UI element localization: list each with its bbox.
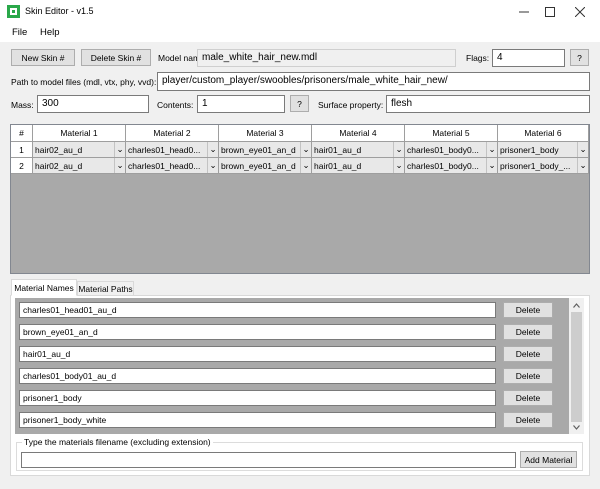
add-material-button[interactable]: Add Material [520,451,577,468]
combo-value: brown_eye01_an_d [221,160,296,171]
combo-value: hair01_au_d [314,160,362,171]
mass-field[interactable]: 300 [37,95,149,113]
chevron-down-icon[interactable]: ⌄ [393,142,404,157]
path-label: Path to model files (mdl, vtx, phy, vvd)… [11,77,157,87]
tab-material-names[interactable]: Material Names [11,279,77,296]
delete-material-button[interactable]: Delete [503,412,553,428]
grid-header-material-4[interactable]: Material 4 [312,125,405,142]
material-combo[interactable]: hair02_au_d ⌄ [33,142,126,158]
chevron-down-icon[interactable]: ⌄ [114,158,125,173]
close-button[interactable] [565,0,595,24]
add-material-group-label: Type the materials filename (excluding e… [22,437,213,447]
grid-row-index[interactable]: 2 [11,158,33,174]
menu-file[interactable]: File [12,27,27,38]
window-title: Skin Editor - v1.5 [25,6,94,16]
chevron-down-icon[interactable]: ⌄ [393,158,404,173]
surface-property-field[interactable]: flesh [386,95,590,113]
surface-property-label: Surface property: [318,100,384,110]
material-combo[interactable]: hair01_au_d ⌄ [312,142,405,158]
grid-header-material-6[interactable]: Material 6 [498,125,589,142]
material-combo[interactable]: prisoner1_body ⌄ [498,142,589,158]
delete-skin-button[interactable]: Delete Skin # [81,49,151,66]
flags-help-button[interactable]: ? [570,49,589,66]
combo-value: hair01_au_d [314,144,362,155]
new-skin-button[interactable]: New Skin # [11,49,75,66]
tab-material-paths[interactable]: Material Paths [77,281,134,296]
title-bar: Skin Editor - v1.5 [0,0,600,24]
app-icon [7,5,20,18]
chevron-down-icon[interactable]: ⌄ [300,142,311,157]
combo-value: charles01_head0... [128,144,201,155]
combo-value: charles01_head0... [128,160,201,171]
chevron-down-icon[interactable]: ⌄ [114,142,125,157]
material-combo[interactable]: hair01_au_d ⌄ [312,158,405,174]
delete-material-button[interactable]: Delete [503,346,553,362]
combo-value: prisoner1_body_... [500,160,571,171]
material-combo[interactable]: charles01_head0... ⌄ [126,158,219,174]
close-icon [575,7,585,17]
add-material-input[interactable] [21,452,516,468]
contents-label: Contents: [157,100,194,110]
grid-header-index: # [11,125,33,142]
material-name-field[interactable]: brown_eye01_an_d [19,324,496,340]
model-name-field[interactable]: male_white_hair_new.mdl [197,49,456,67]
combo-value: charles01_body0... [407,144,479,155]
grid-header-material-2[interactable]: Material 2 [126,125,219,142]
delete-material-button[interactable]: Delete [503,302,553,318]
chevron-down-icon[interactable]: ⌄ [577,142,588,157]
material-combo[interactable]: charles01_head0... ⌄ [126,142,219,158]
grid-header-material-3[interactable]: Material 3 [219,125,312,142]
path-field[interactable]: player/custom_player/swoobles/prisoners/… [157,72,590,91]
material-name-field[interactable]: charles01_body01_au_d [19,368,496,384]
material-combo[interactable]: hair02_au_d ⌄ [33,158,126,174]
maximize-icon [545,7,555,17]
minimize-icon [519,11,529,13]
material-combo[interactable]: charles01_body0... ⌄ [405,142,498,158]
material-combo[interactable]: brown_eye01_an_d ⌄ [219,142,312,158]
delete-material-button[interactable]: Delete [503,324,553,340]
material-name-field[interactable]: prisoner1_body [19,390,496,406]
skin-grid[interactable]: # Material 1 Material 2 Material 3 Mater… [10,124,590,274]
material-list: charles01_head01_au_d Delete brown_eye01… [15,298,569,434]
contents-field[interactable]: 1 [197,95,285,113]
delete-material-button[interactable]: Delete [503,390,553,406]
combo-value: charles01_body0... [407,160,479,171]
flags-label: Flags: [466,53,490,63]
mass-label: Mass: [11,100,34,110]
flags-field[interactable]: 4 [492,49,565,67]
scrollbar-thumb[interactable] [571,312,582,422]
material-name-field[interactable]: prisoner1_body_white [19,412,496,428]
combo-value: prisoner1_body [500,144,559,155]
maximize-button[interactable] [535,0,565,24]
material-name-field[interactable]: hair01_au_d [19,346,496,362]
chevron-down-icon[interactable]: ⌄ [300,158,311,173]
combo-value: hair02_au_d [35,160,83,171]
chevron-down-icon[interactable]: ⌄ [486,158,497,173]
contents-help-button[interactable]: ? [290,95,309,112]
scroll-down-icon[interactable] [571,423,582,432]
chevron-down-icon[interactable]: ⌄ [486,142,497,157]
grid-header-material-1[interactable]: Material 1 [33,125,126,142]
material-combo[interactable]: charles01_body0... ⌄ [405,158,498,174]
scroll-up-icon[interactable] [571,301,582,310]
grid-header-material-5[interactable]: Material 5 [405,125,498,142]
chevron-down-icon[interactable]: ⌄ [577,158,588,173]
material-name-field[interactable]: charles01_head01_au_d [19,302,496,318]
chevron-down-icon[interactable]: ⌄ [207,158,218,173]
menu-bar: File Help [0,24,600,42]
menu-help[interactable]: Help [40,27,60,38]
material-combo[interactable]: prisoner1_body_... ⌄ [498,158,589,174]
combo-value: brown_eye01_an_d [221,144,296,155]
grid-row-index[interactable]: 1 [11,142,33,158]
delete-material-button[interactable]: Delete [503,368,553,384]
combo-value: hair02_au_d [35,144,83,155]
chevron-down-icon[interactable]: ⌄ [207,142,218,157]
material-combo[interactable]: brown_eye01_an_d ⌄ [219,158,312,174]
